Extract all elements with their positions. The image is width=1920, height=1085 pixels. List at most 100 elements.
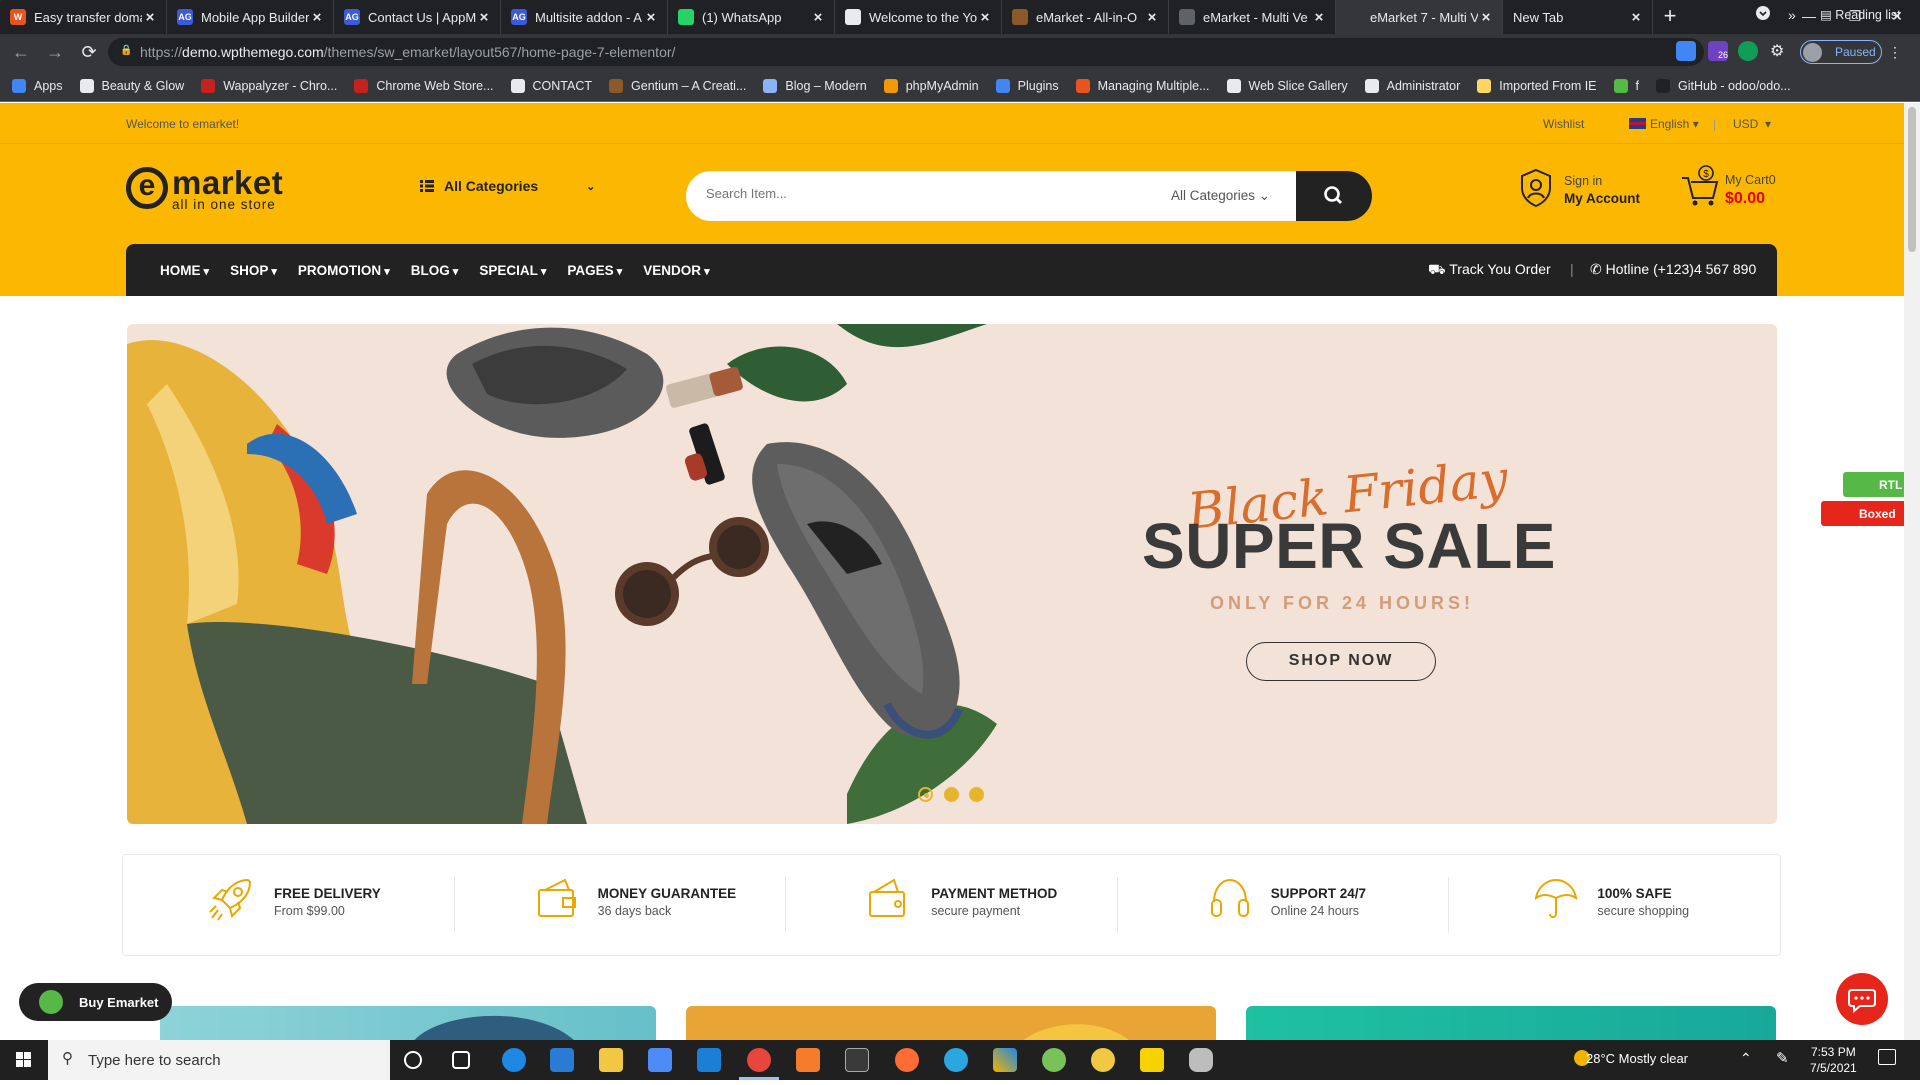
xampp-icon[interactable] — [796, 1048, 820, 1072]
close-tab-icon[interactable]: × — [476, 9, 492, 26]
bookmark-item[interactable]: Administrator — [1364, 78, 1460, 93]
git-client-icon[interactable] — [993, 1048, 1017, 1072]
bookmark-item[interactable]: Imported From IE — [1477, 78, 1597, 93]
bookmark-item[interactable]: f — [1613, 78, 1639, 93]
bookmarks-overflow-button[interactable]: » — [1788, 7, 1796, 23]
track-order-link[interactable]: ⛟ Track You Order — [1428, 261, 1551, 280]
browser-tab[interactable]: AG Mobile App Builder × — [167, 0, 334, 34]
category-card[interactable] — [1246, 1006, 1776, 1040]
database-icon[interactable] — [1189, 1048, 1213, 1072]
boxed-toggle-button[interactable]: Boxed — [1821, 501, 1904, 526]
chrome-icon[interactable] — [739, 1048, 779, 1080]
filezilla-icon[interactable] — [944, 1048, 968, 1072]
extensions-puzzle-icon[interactable]: ⚙ — [1770, 41, 1790, 61]
taskbar-clock[interactable]: 7:53 PM 7/5/2021 — [1810, 1044, 1857, 1076]
category-card[interactable] — [160, 1006, 656, 1040]
shop-now-button[interactable]: SHOP NOW — [1246, 642, 1436, 681]
bookmark-item[interactable]: Blog – Modern — [763, 78, 867, 93]
all-categories-dropdown[interactable]: All Categories ⌄ — [420, 178, 595, 194]
hero-banner[interactable]: Black Friday SUPER SALE ONLY FOR 24 HOUR… — [127, 324, 1777, 824]
browser-tab[interactable]: AG Multisite addon - A × — [501, 0, 668, 34]
file-explorer-icon[interactable] — [599, 1048, 623, 1072]
browser-tab[interactable]: (1) WhatsApp × — [668, 0, 835, 34]
nav-item-pages[interactable]: PAGES — [567, 263, 622, 278]
account-link[interactable]: Sign in My Account — [1518, 168, 1640, 213]
browser-tab[interactable]: eMarket - All-in-O × — [1002, 0, 1169, 34]
reload-button[interactable]: ⟳ — [72, 38, 106, 66]
close-tab-icon[interactable]: × — [643, 9, 659, 26]
browser-profile-menu-icon[interactable] — [1740, 0, 1786, 32]
close-tab-icon[interactable]: × — [1144, 9, 1160, 26]
bookmark-item[interactable]: CONTACT — [510, 78, 592, 93]
address-bar[interactable]: 🔒 https://demo.wpthemego.com/themes/sw_e… — [108, 38, 1704, 66]
currency-select[interactable]: USD ▾ — [1733, 117, 1771, 131]
store-icon[interactable] — [648, 1048, 672, 1072]
bookmark-item[interactable]: Apps — [12, 78, 63, 93]
chat-button[interactable] — [1836, 973, 1888, 1025]
browser-tab[interactable]: W Easy transfer doma × — [0, 0, 167, 34]
nav-item-home[interactable]: HOME — [160, 263, 209, 278]
nav-item-promotion[interactable]: PROMOTION — [298, 263, 390, 278]
start-button[interactable] — [0, 1040, 48, 1080]
nav-item-blog[interactable]: BLOG — [411, 263, 459, 278]
category-card[interactable] — [686, 1006, 1216, 1040]
tray-chevron-up-icon[interactable]: ⌃ — [1740, 1050, 1752, 1067]
bookmark-item[interactable]: Gentium – A Creati... — [609, 78, 746, 93]
profile-button[interactable]: Paused — [1800, 40, 1882, 64]
reading-list-button[interactable]: ▤ Reading list — [1820, 7, 1901, 22]
forward-button[interactable]: → — [38, 38, 72, 66]
chrome-menu-icon[interactable]: ⋮ — [1880, 36, 1910, 68]
pen-icon[interactable]: ✎ — [1776, 1049, 1789, 1067]
close-tab-icon[interactable]: × — [142, 9, 158, 26]
buy-emarket-button[interactable]: Buy Emarket — [19, 983, 172, 1021]
notifications-icon[interactable] — [1878, 1049, 1896, 1065]
wishlist-link[interactable]: Wishlist — [1543, 117, 1584, 131]
back-button[interactable]: ← — [4, 38, 38, 66]
close-tab-icon[interactable]: × — [977, 9, 993, 26]
nav-item-shop[interactable]: SHOP — [230, 263, 277, 278]
mail-icon[interactable] — [697, 1048, 721, 1072]
close-tab-icon[interactable]: × — [1478, 9, 1494, 26]
browser-tab[interactable]: eMarket 7 - Multi V × — [1336, 0, 1503, 34]
slider-dot-1[interactable] — [918, 787, 933, 802]
bookmark-item[interactable]: GitHub - odoo/odo... — [1656, 78, 1791, 93]
android-studio-icon[interactable] — [1042, 1048, 1066, 1072]
language-select[interactable]: English ▾ — [1629, 117, 1699, 131]
nav-item-special[interactable]: SPECIAL — [479, 263, 546, 278]
terminal-icon[interactable] — [845, 1048, 869, 1072]
vscode-icon[interactable] — [550, 1048, 574, 1072]
close-tab-icon[interactable]: × — [810, 9, 826, 26]
app-icon[interactable] — [1091, 1048, 1115, 1072]
rtl-toggle-button[interactable]: RTL — [1843, 472, 1904, 497]
bookmark-item[interactable]: Beauty & Glow — [79, 78, 184, 93]
task-view-icon[interactable] — [452, 1051, 470, 1069]
sticky-notes-icon[interactable] — [1140, 1048, 1164, 1072]
translate-extension-icon[interactable] — [1676, 41, 1696, 61]
search-input[interactable] — [706, 186, 1106, 201]
browser-tab[interactable]: eMarket - Multi Ve × — [1169, 0, 1336, 34]
close-tab-icon[interactable]: × — [1311, 9, 1327, 26]
postman-icon[interactable] — [895, 1048, 919, 1072]
page-scrollbar[interactable] — [1904, 103, 1920, 1040]
site-logo[interactable]: e market all in one store — [126, 164, 286, 213]
nav-item-vendor[interactable]: VENDOR — [643, 263, 709, 278]
browser-tab[interactable]: New Tab × — [1503, 0, 1653, 34]
bookmark-item[interactable]: Web Slice Gallery — [1226, 78, 1348, 93]
bookmark-item[interactable]: Wappalyzer - Chro... — [201, 78, 337, 93]
cortana-icon[interactable] — [404, 1051, 422, 1069]
bookmark-item[interactable]: Chrome Web Store... — [354, 78, 494, 93]
close-tab-icon[interactable]: × — [309, 9, 325, 26]
scrollbar-thumb[interactable] — [1908, 107, 1916, 252]
new-tab-button[interactable]: + — [1653, 0, 1687, 34]
search-category-select[interactable]: All Categories ⌄ — [1171, 188, 1270, 204]
bookmark-item[interactable]: phpMyAdmin — [883, 78, 979, 93]
extension-badge-icon[interactable]: 26 — [1708, 41, 1728, 61]
cart-link[interactable]: $ My Cart0 $0.00 — [1680, 164, 1776, 213]
browser-tab[interactable]: AG Contact Us | AppM × — [334, 0, 501, 34]
evernote-extension-icon[interactable] — [1738, 41, 1758, 61]
taskbar-search-box[interactable]: ⚲ Type here to search — [48, 1040, 390, 1080]
bookmark-item[interactable]: Plugins — [995, 78, 1059, 93]
browser-tab[interactable]: Welcome to the Yo × — [835, 0, 1002, 34]
slider-dot-2[interactable] — [944, 787, 959, 802]
edge-icon[interactable] — [502, 1048, 526, 1072]
